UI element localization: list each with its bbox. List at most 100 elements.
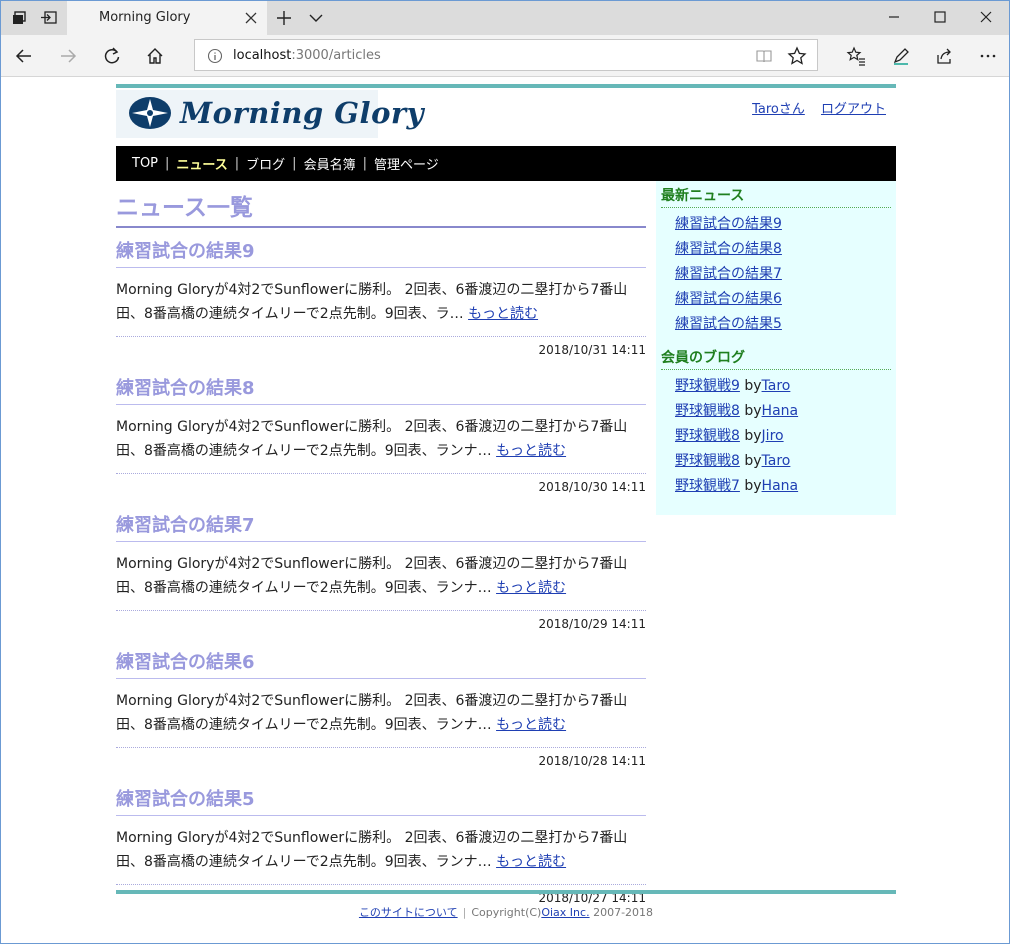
author-link[interactable]: Taro [762,378,791,394]
latest-news-list: 練習試合の結果9 練習試合の結果8 練習試合の結果7 練習試合の結果6 練習試合… [661,212,891,337]
by-label: by [744,403,762,419]
refresh-icon[interactable] [101,45,123,67]
tab-set-aside-icon[interactable] [7,7,31,29]
article-date: 2018/10/28 14:11 [538,754,646,768]
author-link[interactable]: Hana [762,403,799,419]
article-date: 2018/10/31 14:11 [538,343,646,357]
read-more-link[interactable]: もっと読む [496,580,566,596]
article-title: 練習試合の結果7 [116,512,646,542]
new-tab-icon[interactable] [275,9,293,27]
chevron-down-icon[interactable] [307,10,325,26]
article-excerpt: Morning Gloryが4対2でSunflowerに勝利。 2回表、6番渡辺… [116,419,628,459]
company-link[interactable]: Oiax Inc. [541,906,589,919]
main-content: ニュース一覧 練習試合の結果9 Morning Gloryが4対2でSunflo… [116,181,646,913]
blog-link[interactable]: 野球観戦9 [675,378,740,394]
more-menu-icon[interactable] [977,45,999,67]
article-item: 練習試合の結果9 Morning Gloryが4対2でSunflowerに勝利。… [116,238,646,365]
list-item: 練習試合の結果8 [675,237,891,262]
list-item: 野球観戦8 byTaro [675,449,891,474]
latest-news-heading: 最新ニュース [661,187,891,208]
url-text: localhost:3000/articles [233,48,381,63]
copyright-prefix: Copyright(C) [471,906,542,919]
forward-arrow-icon[interactable] [57,45,79,67]
read-more-link[interactable]: もっと読む [468,306,538,322]
back-arrow-icon[interactable] [13,45,35,67]
author-link[interactable]: Hana [762,478,799,494]
author-link[interactable]: Jiro [762,428,784,444]
footer: このサイトについて | Copyright(C)Oiax Inc. 2007-201… [116,904,896,920]
close-icon[interactable] [243,10,259,26]
blog-link[interactable]: 野球観戦8 [675,403,740,419]
author-link[interactable]: Taro [762,453,791,469]
menu-separator: | [292,156,297,171]
reading-view-icon[interactable] [755,47,773,65]
footer-rule [116,890,896,894]
article-excerpt: Morning Gloryが4対2でSunflowerに勝利。 2回表、6番渡辺… [116,830,628,870]
logout-link[interactable]: ログアウト [821,102,886,117]
info-icon[interactable] [207,48,223,64]
menu-item-blog[interactable]: ブログ [246,154,285,173]
news-link[interactable]: 練習試合の結果8 [675,241,782,257]
read-more-link[interactable]: もっと読む [496,443,566,459]
news-link[interactable]: 練習試合の結果6 [675,291,782,307]
by-label: by [744,378,762,394]
list-item: 野球観戦9 byTaro [675,374,891,399]
site-logo[interactable]: Morning Glory [116,90,424,138]
menu-separator: | [362,156,367,171]
home-icon[interactable] [144,45,166,67]
article-item: 練習試合の結果7 Morning Gloryが4対2でSunflowerに勝利。… [116,512,646,639]
menu-separator: | [165,156,170,171]
menu-item-top[interactable]: TOP [132,156,158,171]
tab-preview-icon[interactable] [37,7,61,29]
list-item: 練習試合の結果7 [675,262,891,287]
main-menu: TOP | ニュース | ブログ | 会員名簿 | 管理ページ [116,146,896,181]
list-item: 野球観戦8 byHana [675,399,891,424]
morning-glory-flower-icon [129,97,171,129]
menu-item-admin[interactable]: 管理ページ [374,154,439,173]
copyright-years: 2007-2018 [593,906,654,919]
article-title: 練習試合の結果6 [116,649,646,679]
by-label: by [744,478,762,494]
navigation-bar: localhost:3000/articles [1,35,1009,77]
read-more-link[interactable]: もっと読む [496,854,566,870]
blog-link[interactable]: 野球観戦8 [675,428,740,444]
user-links: Taroさん ログアウト [740,98,886,117]
menu-separator: | [234,156,240,171]
logo-text: Morning Glory [180,96,425,130]
news-link[interactable]: 練習試合の結果7 [675,266,782,282]
article-excerpt: Morning Gloryが4対2でSunflowerに勝利。 2回表、6番渡辺… [116,282,628,322]
article-item: 練習試合の結果8 Morning Gloryが4対2でSunflowerに勝利。… [116,375,646,502]
menu-item-members[interactable]: 会員名簿 [304,154,356,173]
favorite-star-icon[interactable] [787,46,807,66]
tab-active[interactable]: Morning Glory [67,1,267,35]
about-site-link[interactable]: このサイトについて [359,906,458,919]
window-close-icon[interactable] [963,1,1009,33]
blog-link[interactable]: 野球観戦7 [675,478,740,494]
page-title: ニュース一覧 [116,193,646,228]
user-link[interactable]: Taroさん [752,102,805,117]
article-excerpt: Morning Gloryが4対2でSunflowerに勝利。 2回表、6番渡辺… [116,693,628,733]
news-link[interactable]: 練習試合の結果9 [675,216,782,232]
by-label: by [744,428,762,444]
article-date: 2018/10/29 14:11 [538,617,646,631]
menu-item-news[interactable]: ニュース [176,154,227,173]
footer-separator: | [462,906,467,919]
list-item: 練習試合の結果9 [675,212,891,237]
tab-bar: Morning Glory [1,1,1009,35]
member-blog-heading: 会員のブログ [661,349,891,370]
news-link[interactable]: 練習試合の結果5 [675,316,782,332]
share-icon[interactable] [933,45,955,67]
pen-icon[interactable] [890,45,912,67]
minimize-icon[interactable] [871,1,917,33]
header-rule [116,84,896,88]
blog-link[interactable]: 野球観戦8 [675,453,740,469]
member-blog-list: 野球観戦9 byTaro 野球観戦8 byHana 野球観戦8 byJiro 野… [661,374,891,499]
read-more-link[interactable]: もっと読む [496,717,566,733]
article-title: 練習試合の結果8 [116,375,646,405]
article-title: 練習試合の結果9 [116,238,646,268]
tab-title: Morning Glory [99,10,191,25]
favorites-hub-icon[interactable] [845,45,867,67]
address-bar[interactable]: localhost:3000/articles [194,39,818,71]
list-item: 野球観戦8 byJiro [675,424,891,449]
maximize-icon[interactable] [917,1,963,33]
